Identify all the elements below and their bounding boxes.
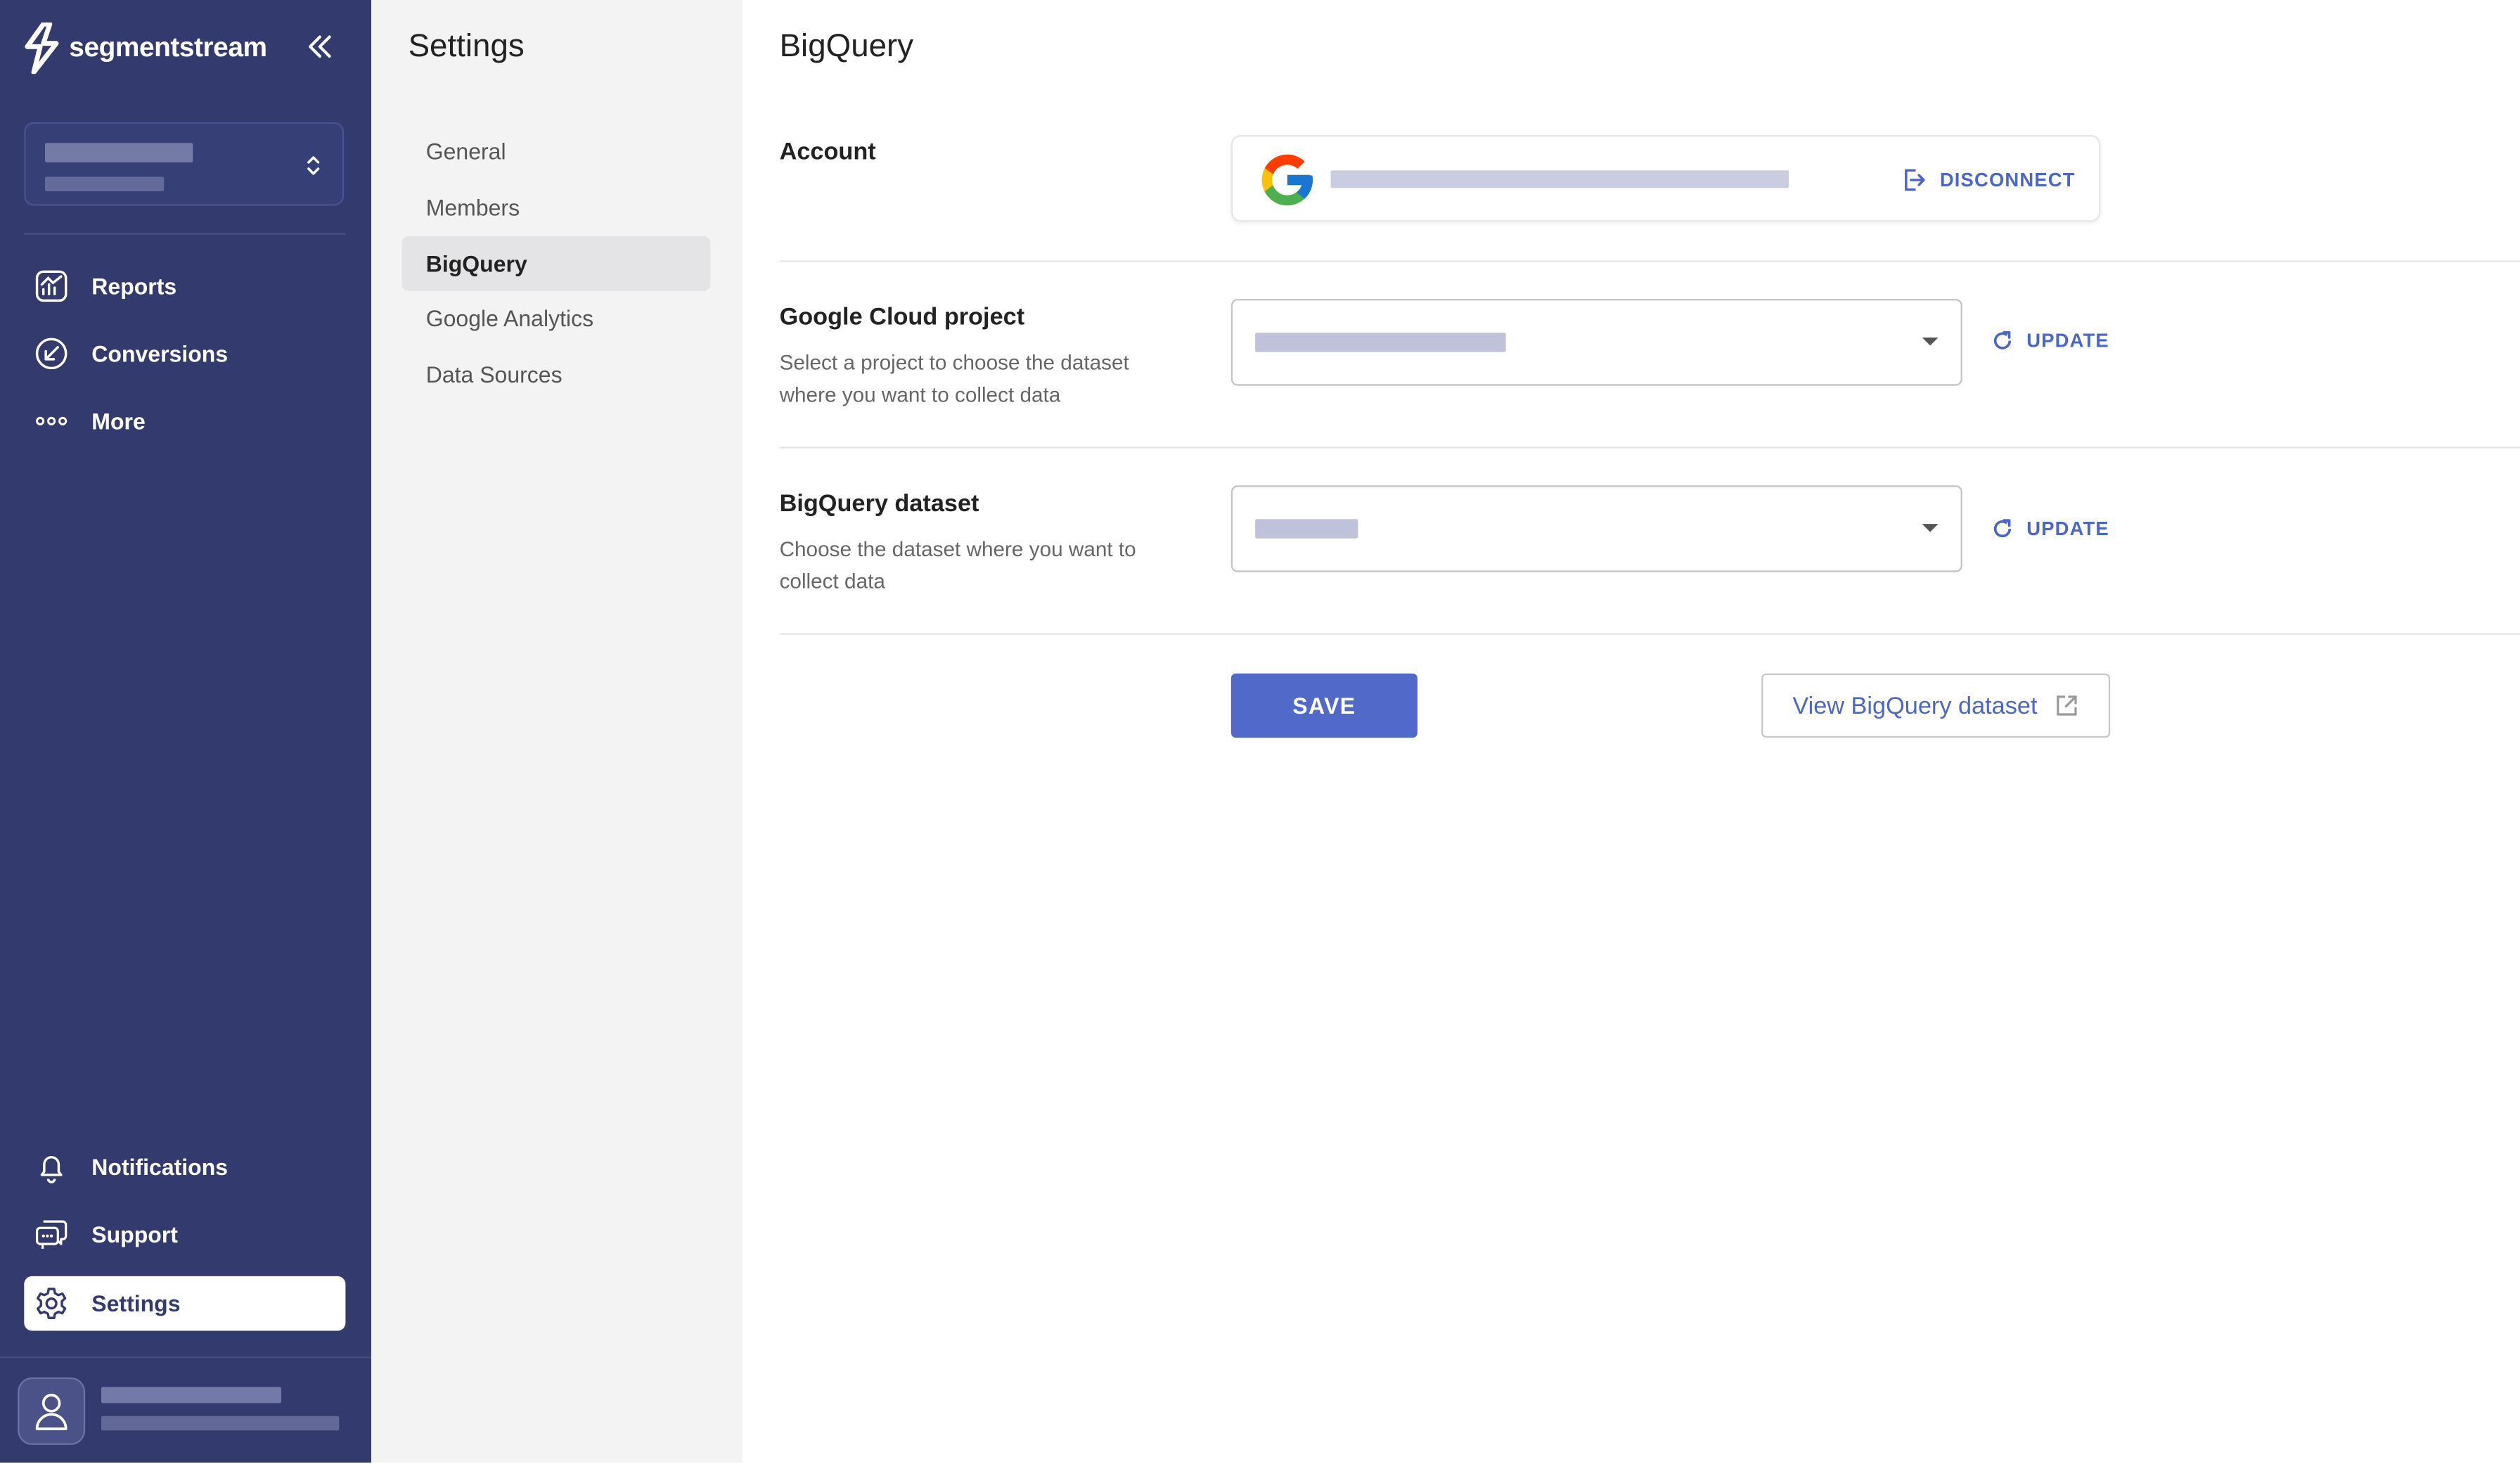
view-dataset-label: View BigQuery dataset bbox=[1792, 691, 2038, 719]
nav-item-label: More bbox=[91, 408, 146, 435]
user-icon bbox=[35, 1394, 68, 1430]
update-label: UPDATE bbox=[2026, 517, 2109, 540]
user-profile[interactable] bbox=[0, 1356, 371, 1464]
brand[interactable]: segmentstream bbox=[22, 22, 267, 75]
collapse-sidebar-button[interactable] bbox=[302, 30, 338, 63]
nav-item-label: Notifications bbox=[91, 1154, 229, 1180]
view-bigquery-dataset-button[interactable]: View BigQuery dataset bbox=[1761, 673, 2111, 738]
settings-item-general[interactable]: General bbox=[401, 124, 710, 179]
dataset-value-redacted bbox=[1255, 519, 1358, 539]
settings-item-google-analytics[interactable]: Google Analytics bbox=[401, 291, 710, 346]
avatar[interactable] bbox=[18, 1377, 86, 1445]
user-email-redacted bbox=[101, 1415, 340, 1431]
account-label: Account bbox=[779, 138, 876, 166]
logout-icon bbox=[1905, 169, 1925, 191]
disconnect-button[interactable]: DISCONNECT bbox=[1901, 167, 2076, 193]
refresh-icon bbox=[1993, 330, 2012, 349]
segmentstream-logo-icon bbox=[25, 22, 59, 75]
chat-icon bbox=[34, 1216, 69, 1252]
section-divider bbox=[779, 447, 2520, 449]
conversions-icon bbox=[34, 336, 69, 371]
reports-icon bbox=[34, 269, 69, 304]
nav-item-notifications[interactable]: Notifications bbox=[24, 1140, 345, 1195]
nav-item-support[interactable]: Support bbox=[24, 1207, 345, 1262]
account-email-redacted bbox=[1330, 170, 1789, 188]
bell-icon bbox=[34, 1149, 69, 1184]
refresh-icon bbox=[1993, 519, 2012, 538]
settings-submenu: Settings General Members BigQuery Google… bbox=[371, 0, 742, 1463]
update-projects-button[interactable]: UPDATE bbox=[1991, 330, 2109, 352]
settings-item-bigquery[interactable]: BigQuery bbox=[401, 236, 711, 291]
dataset-select[interactable] bbox=[1230, 485, 1962, 572]
user-name-redacted bbox=[101, 1387, 281, 1404]
nav-item-more[interactable]: More bbox=[24, 394, 345, 449]
section-divider bbox=[779, 260, 2520, 262]
main-sidebar: segmentstream Reports Conversions More N… bbox=[0, 0, 371, 1463]
nav-item-conversions[interactable]: Conversions bbox=[24, 326, 345, 381]
nav-item-label: Conversions bbox=[91, 340, 229, 367]
nav-item-settings[interactable]: Settings bbox=[24, 1276, 346, 1331]
disconnect-label: DISCONNECT bbox=[1939, 168, 2076, 191]
project-select[interactable] bbox=[1230, 299, 1962, 386]
more-icon bbox=[34, 404, 69, 439]
nav-item-reports[interactable]: Reports bbox=[24, 259, 345, 314]
update-datasets-button[interactable]: UPDATE bbox=[1991, 518, 2109, 540]
brand-name: segmentstream bbox=[69, 32, 267, 63]
dataset-description: Choose the dataset where you want to col… bbox=[779, 537, 1136, 593]
chevron-up-down-icon bbox=[307, 156, 320, 175]
page-title: BigQuery bbox=[779, 29, 914, 65]
settings-item-members[interactable]: Members bbox=[401, 180, 710, 235]
update-label: UPDATE bbox=[2026, 329, 2109, 352]
external-link-icon bbox=[2056, 695, 2076, 716]
workspace-switcher[interactable] bbox=[24, 122, 345, 206]
project-description: Select a project to choose the dataset w… bbox=[779, 350, 1129, 406]
caret-down-icon bbox=[1922, 524, 1939, 532]
gear-icon bbox=[34, 1286, 69, 1321]
nav-item-label: Settings bbox=[91, 1290, 181, 1316]
dataset-label: BigQuery dataset bbox=[779, 490, 979, 518]
nav-item-label: Reports bbox=[91, 273, 177, 300]
workspace-sub-redacted bbox=[44, 176, 165, 191]
settings-title: Settings bbox=[408, 29, 525, 65]
section-divider bbox=[779, 633, 2520, 635]
project-label: Google Cloud project bbox=[779, 303, 1025, 331]
double-chevron-left-icon bbox=[309, 35, 331, 58]
connected-account-card: DISCONNECT bbox=[1230, 134, 2101, 222]
settings-item-data-sources[interactable]: Data Sources bbox=[401, 347, 710, 402]
caret-down-icon bbox=[1922, 337, 1939, 346]
save-button[interactable]: SAVE bbox=[1230, 673, 1418, 738]
nav-divider bbox=[24, 233, 346, 235]
project-value-redacted bbox=[1255, 333, 1506, 352]
workspace-name-redacted bbox=[44, 143, 193, 162]
nav-item-label: Support bbox=[91, 1221, 178, 1247]
bigquery-settings-panel: BigQuery Account DISCONNECT Google Cloud… bbox=[742, 0, 2520, 1463]
google-logo-icon bbox=[1261, 154, 1313, 206]
